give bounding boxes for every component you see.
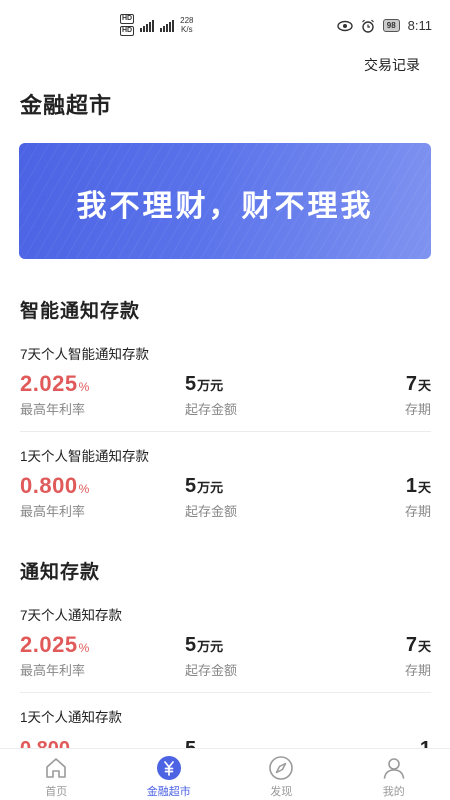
amount-label: 起存金额 [185,663,238,678]
rate-unit: % [78,380,90,394]
amount-value: 5 [185,373,197,395]
hd-badge-1: HD [120,14,135,24]
product-rate: 2.025% [20,371,90,397]
bottom-tab-bar: 首页 金融超市 发现 我的 [0,748,450,800]
page-title: 金融超市 [20,93,113,118]
rate-value: 0.800 [20,473,78,498]
amount-label: 起存金额 [185,402,238,417]
tab-label: 金融超市 [146,786,191,798]
tab-label: 首页 [45,786,68,798]
section-title-smart-notice: 智能通知存款 [20,301,141,322]
term-unit: 天 [417,378,431,393]
rate-value: 2.025 [20,632,78,657]
term-value: 7 [405,634,417,656]
amount-unit: 万元 [197,378,224,393]
amount-unit: 万元 [197,639,224,654]
product-rate: 0.800% [20,473,90,499]
product-term: 1天 [406,475,431,498]
alarm-icon [361,19,374,33]
hd-badge-2: HD [120,26,135,36]
promo-banner[interactable]: 我不理财，财不理我 [19,143,431,259]
banner-text: 我不理财，财不理我 [76,190,374,223]
term-unit: 天 [417,480,431,495]
amount-unit: 万元 [197,480,224,495]
rate-unit: % [78,482,90,496]
trade-records-link[interactable]: 交易记录 [364,55,420,75]
yuan-icon [156,756,181,780]
amount-value: 5 [185,475,197,497]
network-status: HD HD 228 K/s [120,14,193,36]
status-right: 98 8:11 [337,18,432,33]
amount-value: 5 [185,634,197,656]
signal-icon-1 [140,18,155,32]
tab-mine[interactable]: 我的 [338,749,450,800]
status-bar: HD HD 228 K/s 98 8:11 [0,0,450,50]
product-card[interactable]: 7天个人智能通知存款 2.025% 最高年利率 5万元 起存金额 7天 存期 [20,343,431,443]
compass-icon [269,756,294,780]
signal-icon-2 [160,18,175,32]
term-label: 存期 [404,663,431,678]
net-speed: 228 K/s [180,16,193,34]
divider [20,431,431,432]
section-title-notice: 通知存款 [20,562,101,583]
product-name: 7天个人智能通知存款 [20,347,150,362]
product-name: 7天个人通知存款 [20,608,123,623]
rate-value: 2.025 [20,371,78,396]
product-term: 7天 [406,634,431,657]
rate-unit: % [78,641,90,655]
eye-icon [337,20,353,31]
tab-finance-market[interactable]: 金融超市 [113,749,226,800]
rate-label: 最高年利率 [20,663,86,678]
amount-label: 起存金额 [185,504,238,519]
tab-home[interactable]: 首页 [0,749,113,800]
product-amount: 5万元 [185,475,223,498]
clock-time: 8:11 [407,18,432,33]
tab-label: 我的 [382,786,405,798]
tab-discover[interactable]: 发现 [225,749,338,800]
product-card[interactable]: 1天个人智能通知存款 0.800% 最高年利率 5万元 起存金额 1天 存期 [20,445,431,545]
user-icon [383,758,405,779]
term-label: 存期 [404,504,431,519]
tab-label: 发现 [270,786,293,798]
battery-icon: 98 [382,19,400,32]
product-rate: 2.025% [20,632,90,658]
net-speed-unit: K/s [181,25,193,34]
product-card[interactable]: 7天个人通知存款 2.025% 最高年利率 5万元 起存金额 7天 存期 [20,604,431,704]
product-name: 1天个人通知存款 [20,710,123,725]
net-speed-value: 228 [180,16,194,25]
hd-indicators: HD HD [120,14,135,36]
rate-label: 最高年利率 [20,504,86,519]
term-label: 存期 [404,402,431,417]
home-icon [46,758,67,778]
term-unit: 天 [417,639,431,654]
product-term: 7天 [406,373,431,396]
term-value: 7 [405,373,417,395]
divider [20,692,431,693]
product-amount: 5万元 [185,634,223,657]
product-name: 1天个人智能通知存款 [20,449,150,464]
product-amount: 5万元 [185,373,223,396]
term-value: 1 [405,475,417,497]
rate-label: 最高年利率 [20,402,86,417]
